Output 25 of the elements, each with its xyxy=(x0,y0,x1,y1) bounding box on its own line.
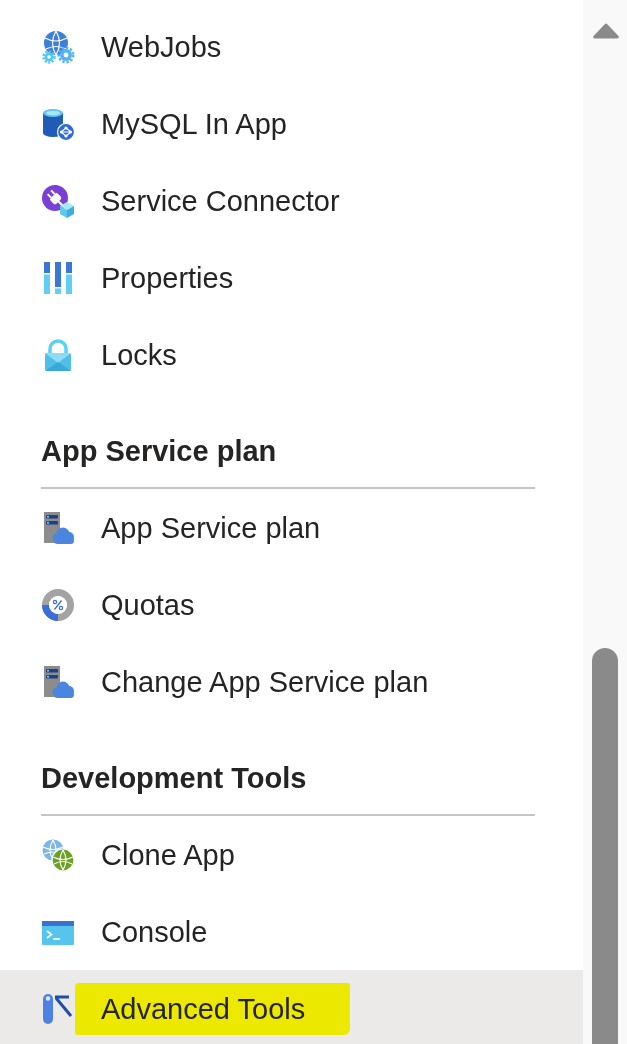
menu-item[interactable]: Properties xyxy=(0,239,583,316)
scroll-up-arrow-icon[interactable] xyxy=(592,22,620,40)
menu-item[interactable]: Service Connector xyxy=(0,162,583,239)
database-globe-icon xyxy=(41,106,75,141)
sliders-icon xyxy=(41,260,75,295)
menu-item[interactable]: WebJobs xyxy=(0,8,583,85)
menu-item[interactable]: App Service plan xyxy=(0,489,583,566)
menu-item[interactable]: Quotas xyxy=(0,566,583,643)
percent-donut-icon xyxy=(41,587,75,622)
menu-item[interactable]: Console xyxy=(0,893,583,970)
section-heading: Development Tools xyxy=(41,762,307,794)
plug-cube-icon xyxy=(41,183,75,218)
menu-item[interactable]: Change App Service plan xyxy=(0,643,583,720)
menu-item[interactable]: Advanced Tools xyxy=(0,970,583,1044)
menu-item[interactable]: Clone App xyxy=(0,816,583,893)
highlighted-label: Advanced Tools xyxy=(75,982,351,1035)
globe-gears-icon xyxy=(41,29,75,64)
server-cloud-icon xyxy=(41,664,75,699)
menu-item[interactable]: MySQL In App xyxy=(0,85,583,162)
scrollbar-thumb[interactable] xyxy=(592,648,618,1044)
section-heading: App Service plan xyxy=(41,435,277,467)
arrow-bar-icon xyxy=(41,991,75,1026)
server-cloud-icon xyxy=(41,510,75,545)
globes-icon xyxy=(41,837,75,872)
menu-item[interactable]: Locks xyxy=(0,316,583,393)
